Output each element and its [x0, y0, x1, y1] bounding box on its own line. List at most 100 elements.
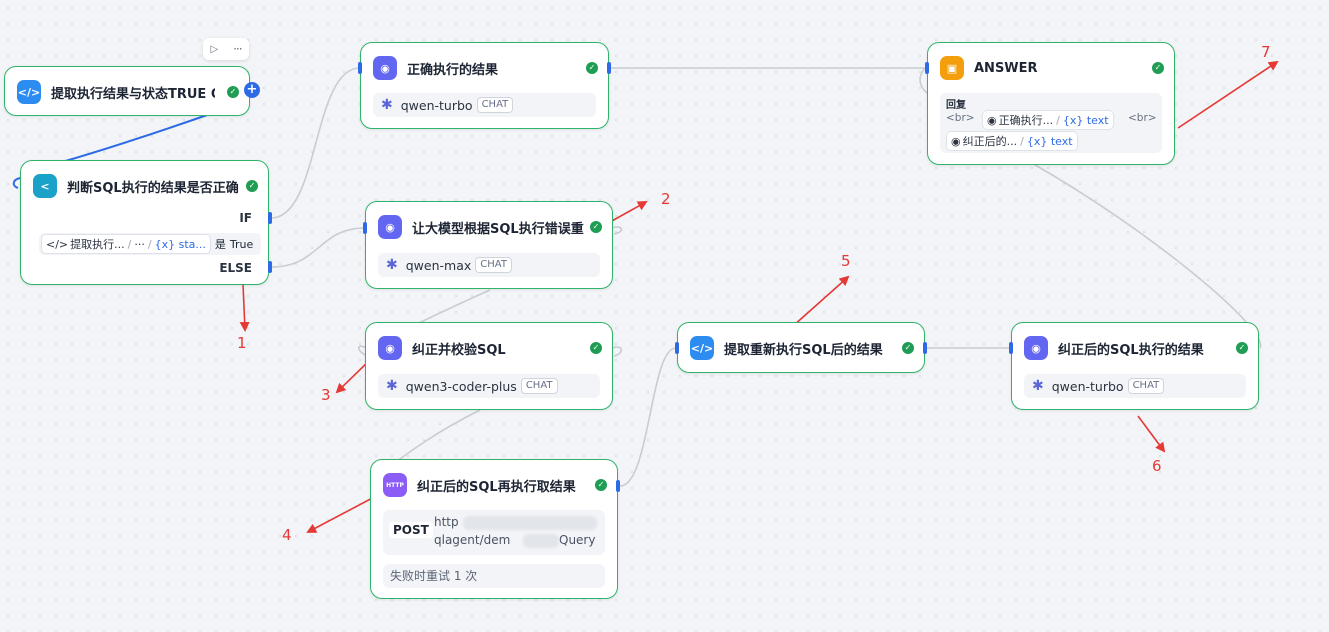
- more-icon[interactable]: ···: [233, 42, 243, 56]
- success-check-icon: ✓: [246, 180, 258, 192]
- input-port[interactable]: [1009, 342, 1013, 354]
- success-check-icon: ✓: [902, 342, 914, 354]
- model-row[interactable]: ✱ qwen-max CHAT: [378, 253, 600, 277]
- model-mode-badge: CHAT: [1127, 378, 1165, 394]
- annotation-arrow-2: [609, 201, 648, 223]
- output-port[interactable]: [616, 480, 620, 492]
- wire-error-loop: [611, 226, 623, 235]
- model-name: qwen-max: [405, 257, 472, 273]
- wire-fix-loop: [611, 346, 623, 357]
- condition-variable-pill[interactable]: </> 提取执行... / ··· / {x} sta...: [41, 234, 211, 254]
- answer-icon: ▣: [940, 56, 964, 80]
- http-url-line1: http: [434, 515, 459, 529]
- model-row[interactable]: ✱ qwen-turbo CHAT: [373, 93, 596, 117]
- wire-else-to-error: [270, 227, 366, 268]
- annotation-label-4: 4: [282, 526, 292, 544]
- input-port[interactable]: [363, 222, 367, 234]
- reference-variable: {x} text: [1026, 134, 1073, 148]
- node-answer[interactable]: ▣ ANSWER ✓ 回复 <br> ◉ 正确执行... / {x} text …: [927, 42, 1175, 165]
- code-icon: </>: [17, 80, 41, 104]
- code-icon: </>: [690, 336, 714, 360]
- answer-label: 回复: [946, 100, 966, 111]
- annotation-label-5: 5: [841, 252, 851, 270]
- wire-http-to-extract: [619, 347, 677, 487]
- condition-variable: {x} sta...: [154, 237, 206, 251]
- model-mode-badge: CHAT: [520, 378, 558, 394]
- reference-node: 纠正后的...: [962, 135, 1018, 148]
- if-label: IF: [239, 211, 252, 225]
- node-fix-sql[interactable]: ◉ 纠正并校验SQL ✓ ✱ qwen3-coder-plus CHAT: [365, 322, 613, 410]
- llm-icon: ◉: [1024, 336, 1048, 360]
- success-check-icon: ✓: [1152, 62, 1164, 74]
- if-port[interactable]: [268, 212, 272, 224]
- reference-separator: /: [1056, 113, 1060, 127]
- output-port[interactable]: [923, 342, 927, 354]
- condition-separator: /: [127, 237, 132, 251]
- answer-reference-pill[interactable]: ◉ 正确执行... / {x} text: [982, 110, 1114, 130]
- annotation-arrow-6: [1137, 415, 1166, 453]
- model-row[interactable]: ✱ qwen3-coder-plus CHAT: [378, 374, 600, 398]
- node-fixed-result[interactable]: ◉ 纠正后的SQL执行的结果 ✓ ✱ qwen-turbo CHAT: [1011, 322, 1259, 410]
- condition-source: 提取执行...: [70, 238, 125, 251]
- success-check-icon: ✓: [590, 221, 602, 233]
- input-port[interactable]: [358, 62, 362, 74]
- node-title: 纠正后的SQL再执行取结果: [417, 479, 576, 495]
- model-row[interactable]: ✱ qwen-turbo CHAT: [1024, 374, 1246, 398]
- node-title: 提取重新执行SQL后的结果: [724, 342, 883, 358]
- redacted-url-blur: [463, 516, 597, 530]
- br-token: <br>: [946, 112, 975, 124]
- condition-more: ···: [134, 237, 145, 251]
- condition-row: </> 提取执行... / ··· / {x} sta... 是 True: [39, 233, 261, 255]
- reference-node: 正确执行...: [998, 114, 1054, 127]
- wire-extract-to-judge: [61, 113, 211, 163]
- input-port[interactable]: [925, 62, 929, 74]
- add-node-button[interactable]: +: [244, 82, 260, 98]
- success-check-icon: ✓: [227, 86, 239, 98]
- node-title: ANSWER: [974, 60, 1038, 76]
- llm-icon: ◉: [373, 56, 397, 80]
- retry-info: 失败时重试 1 次: [383, 564, 605, 588]
- success-check-icon: ✓: [595, 479, 607, 491]
- success-check-icon: ✓: [1236, 342, 1248, 354]
- http-request-row[interactable]: POST http qlagent/dem Query: [383, 510, 605, 555]
- code-icon: </>: [46, 237, 69, 251]
- wire-fixed-to-answer: [1029, 161, 1262, 349]
- node-http-rerun[interactable]: HTTP 纠正后的SQL再执行取结果 ✓ POST http qlagent/d…: [370, 459, 618, 599]
- model-mode-badge: CHAT: [475, 257, 512, 273]
- annotation-label-1: 1: [237, 334, 247, 352]
- success-check-icon: ✓: [590, 342, 602, 354]
- node-title: 让大模型根据SQL执行错误重: [412, 221, 584, 237]
- node-judge-sql[interactable]: < 判断SQL执行的结果是否正确 ✓ IF </> 提取执行... / ··· …: [20, 160, 269, 285]
- annotation-label-7: 7: [1261, 43, 1271, 61]
- br-token: <br>: [1128, 112, 1157, 124]
- node-correct-result[interactable]: ◉ 正确执行的结果 ✓ ✱ qwen-turbo CHAT: [360, 42, 609, 129]
- annotation-arrow-1: [239, 283, 250, 332]
- node-extract-status[interactable]: </> 提取执行结果与状态TRUE OR ✓: [4, 66, 250, 116]
- llm-icon: ◉: [378, 336, 402, 360]
- annotation-arrow-7: [1177, 60, 1279, 129]
- http-method: POST: [389, 522, 433, 538]
- node-error-redo[interactable]: ◉ 让大模型根据SQL执行错误重 ✓ ✱ qwen-max CHAT: [365, 201, 613, 289]
- node-extract-rerun[interactable]: </> 提取重新执行SQL后的结果 ✓: [677, 322, 925, 373]
- else-port[interactable]: [268, 261, 272, 273]
- success-check-icon: ✓: [586, 62, 598, 74]
- else-label: ELSE: [219, 261, 252, 275]
- annotation-label-6: 6: [1152, 457, 1162, 475]
- condition-separator: /: [147, 237, 152, 251]
- condition-operator: 是: [214, 238, 226, 251]
- model-mode-badge: CHAT: [476, 97, 514, 113]
- play-icon[interactable]: ▷: [210, 44, 218, 55]
- input-port[interactable]: [675, 342, 679, 354]
- model-logo-icon: ✱: [381, 97, 393, 113]
- output-port[interactable]: [607, 62, 611, 74]
- answer-reference-pill[interactable]: ◉ 纠正后的... / {x} text: [946, 131, 1078, 151]
- http-url-tail: Query: [559, 533, 596, 547]
- model-name: qwen3-coder-plus: [405, 378, 517, 394]
- node-title: 提取执行结果与状态TRUE OR: [51, 86, 215, 102]
- reference-separator: /: [1020, 134, 1024, 148]
- model-name: qwen-turbo: [1051, 378, 1124, 394]
- reference-variable: {x} text: [1062, 113, 1109, 127]
- http-icon: HTTP: [383, 473, 407, 497]
- node-title: 正确执行的结果: [407, 62, 499, 78]
- condition-value: True: [229, 237, 254, 251]
